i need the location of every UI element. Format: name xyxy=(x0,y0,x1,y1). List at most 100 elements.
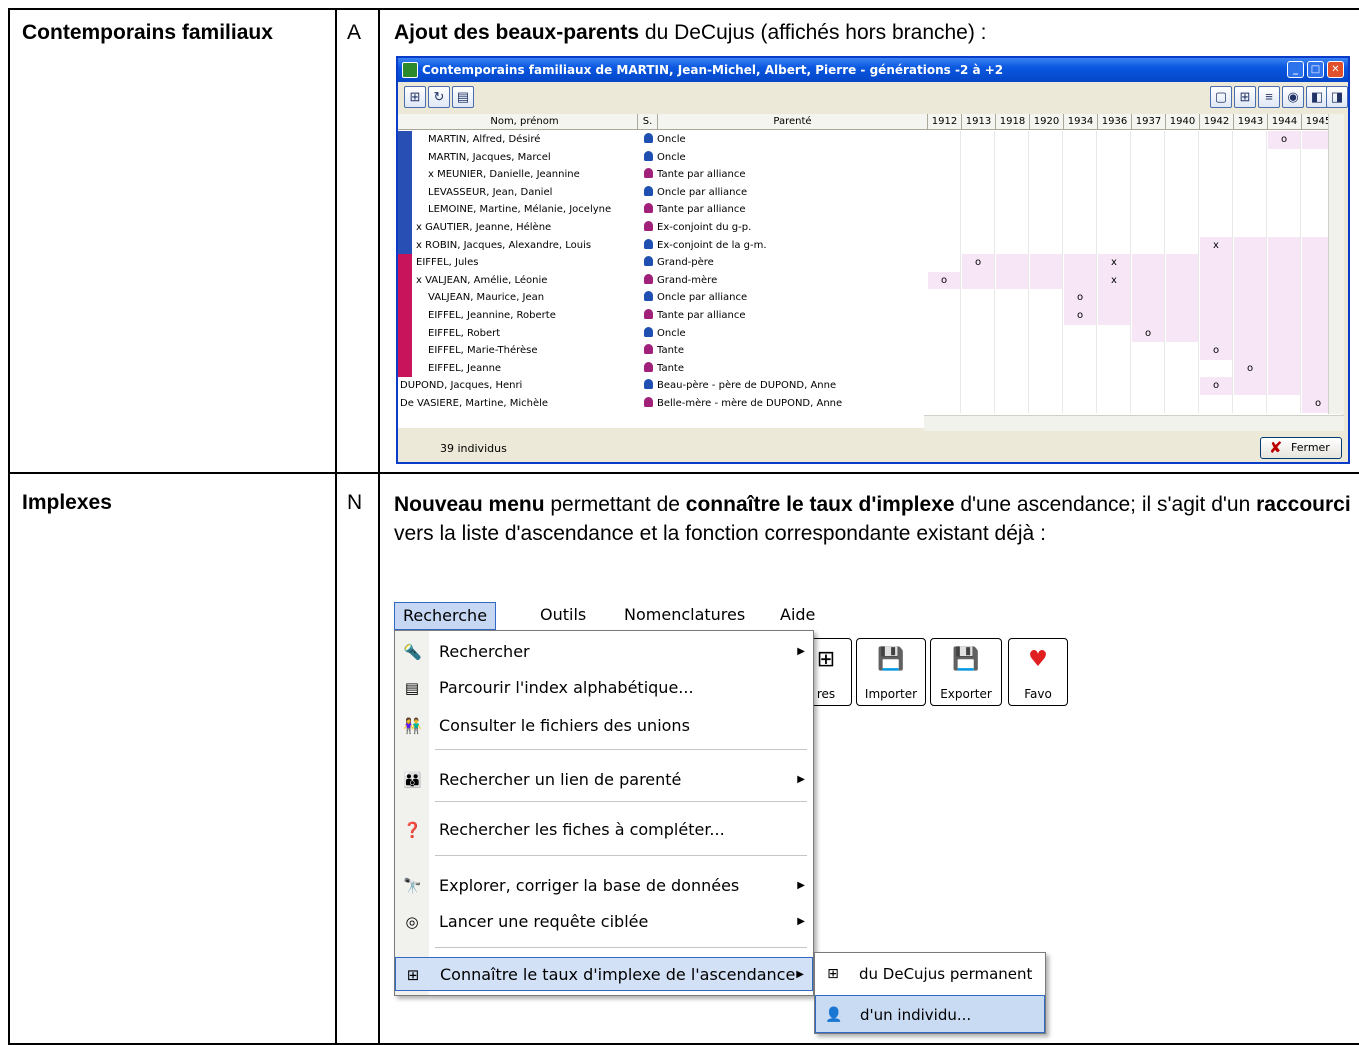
person-icon xyxy=(644,344,653,355)
col-header-year[interactable]: 1937 xyxy=(1132,114,1166,129)
toolbar-tool-importer[interactable]: 💾 Importer xyxy=(856,638,926,706)
year-cell: o xyxy=(1234,359,1267,378)
year-cell: x xyxy=(1098,254,1131,272)
menu-item[interactable]: ❓ Rechercher les fiches à compléter... xyxy=(395,813,813,847)
col-header-sex[interactable]: S. xyxy=(638,114,658,129)
year-cell xyxy=(1132,342,1165,360)
print-button[interactable]: ▤ xyxy=(452,86,474,108)
col-header-year[interactable]: 1912 xyxy=(928,114,962,129)
tree-view-button[interactable]: ⊞ xyxy=(404,86,426,108)
col-header-year[interactable]: 1936 xyxy=(1098,114,1132,129)
menu-item[interactable]: 👪 Rechercher un lien de parenté ▶ xyxy=(395,763,813,797)
cards-question-icon: ❓ xyxy=(403,821,422,839)
year-cell xyxy=(1166,324,1199,343)
person-icon: 👤 xyxy=(825,1007,843,1023)
person-icon xyxy=(644,379,653,390)
menu-item[interactable]: ▤ Parcourir l'index alphabétique... xyxy=(395,671,813,705)
menu-item[interactable]: ◎ Lancer une requête ciblée ▶ xyxy=(395,905,813,939)
menu-recherche[interactable]: Recherche xyxy=(394,602,497,630)
submenu-item[interactable]: 👤 d'un individu... xyxy=(815,995,1045,1033)
year-cell xyxy=(1200,166,1233,184)
col-header-year[interactable]: 1920 xyxy=(1030,114,1064,129)
person-name: EIFFEL, Robert xyxy=(428,327,501,339)
year-cell xyxy=(1064,219,1097,237)
toolbar-tool-exporter[interactable]: 💾 Exporter xyxy=(930,638,1002,706)
year-cell xyxy=(1200,183,1233,202)
year-cell xyxy=(1166,359,1199,378)
col-header-year[interactable]: 1944 xyxy=(1268,114,1302,129)
col-header-year[interactable]: 1913 xyxy=(962,114,996,129)
person-name: MARTIN, Jacques, Marcel xyxy=(428,151,551,163)
color-button[interactable]: ◉ xyxy=(1282,86,1304,108)
list-button[interactable]: ≡ xyxy=(1258,86,1280,108)
year-cell xyxy=(1030,219,1063,237)
menu-outils[interactable]: Outils xyxy=(532,602,594,630)
description-2-part: d'une ascendance; il s'agit d'un xyxy=(954,493,1257,516)
preview-button[interactable]: ▢ xyxy=(1210,86,1232,108)
col-header-name[interactable]: Nom, prénom xyxy=(412,114,638,129)
vertical-scrollbar[interactable] xyxy=(1328,114,1344,414)
table-row[interactable]: EIFFEL, Robert Oncle o xyxy=(398,324,1342,343)
year-cell xyxy=(1064,148,1097,167)
menu-aide[interactable]: Aide xyxy=(772,602,823,630)
family-button[interactable]: ◧ xyxy=(1306,86,1328,108)
table-row[interactable]: x ROBIN, Jacques, Alexandre, Louis Ex-con… xyxy=(398,236,1342,255)
table-row[interactable]: x VALJEAN, Amélie, Léonie Grand-mère o x xyxy=(398,271,1342,290)
minimize-button[interactable]: _ xyxy=(1287,61,1304,78)
table-border-mid xyxy=(8,472,1359,474)
menu-item[interactable]: ⊞ Connaître le taux d'implexe de l'ascend… xyxy=(395,957,813,991)
horizontal-scrollbar[interactable] xyxy=(924,415,1344,431)
close-label: Fermer xyxy=(1291,441,1330,454)
refresh-button[interactable]: ↻ xyxy=(428,86,450,108)
table-row[interactable]: EIFFEL, Jeannine, Roberte Tante par allia… xyxy=(398,307,1342,325)
maximize-button[interactable]: □ xyxy=(1307,61,1324,78)
table-row[interactable]: LEVASSEUR, Jean, Daniel Oncle par allianc… xyxy=(398,183,1342,202)
year-cell xyxy=(1200,271,1233,290)
index-icon: ▤ xyxy=(404,679,420,697)
year-cell xyxy=(1268,271,1301,290)
relation-label: Belle-mère - mère de DUPOND, Anne xyxy=(657,398,843,409)
relation-label: Oncle xyxy=(657,327,686,339)
table-row[interactable]: VALJEAN, Maurice, Jean Oncle par alliance… xyxy=(398,289,1342,307)
year-cell xyxy=(1166,131,1199,149)
menu-nomenclatures[interactable]: Nomenclatures xyxy=(616,602,753,630)
table-row[interactable]: MARTIN, Jacques, Marcel Oncle xyxy=(398,148,1342,167)
close-window-button[interactable]: ✕ xyxy=(1327,61,1344,78)
year-cell xyxy=(1098,359,1131,378)
table-row[interactable]: x MEUNIER, Danielle, Jeannine Tante par a… xyxy=(398,166,1342,184)
year-cell xyxy=(1064,271,1097,290)
year-cell xyxy=(996,307,1029,325)
menu-item[interactable]: 👫 Consulter le fichiers des unions xyxy=(395,709,813,743)
table-row[interactable]: EIFFEL, Jeanne Tante o xyxy=(398,359,1342,378)
table-row[interactable]: DUPOND, Jacques, Henri Beau-père - père d… xyxy=(398,377,1342,395)
col-header-year[interactable]: 1942 xyxy=(1200,114,1234,129)
year-cell xyxy=(996,166,1029,184)
person-icon xyxy=(644,326,653,337)
close-button[interactable]: ✘ Fermer xyxy=(1260,437,1342,459)
year-cell xyxy=(928,219,961,237)
year-cell xyxy=(1030,236,1063,255)
col-header-year[interactable]: 1940 xyxy=(1166,114,1200,129)
export-button[interactable]: ◨ xyxy=(1326,86,1348,108)
col-header-year[interactable]: 1918 xyxy=(996,114,1030,129)
year-cell: x xyxy=(1098,271,1131,290)
year-cell xyxy=(928,359,961,378)
table-row[interactable]: LEMOINE, Martine, Mélanie, Jocelyne Tante… xyxy=(398,201,1342,219)
col-header-relation[interactable]: Parenté xyxy=(658,114,928,129)
col-header-year[interactable]: 1934 xyxy=(1064,114,1098,129)
menu-item[interactable]: 🔭 Explorer, corriger la base de données ▶ xyxy=(395,869,813,903)
menu-item[interactable]: 🔦 Rechercher ▶ xyxy=(395,635,813,669)
year-cell xyxy=(1166,254,1199,272)
toolbar-tool-favo[interactable]: ♥ Favo xyxy=(1008,638,1068,706)
year-cell xyxy=(1098,236,1131,255)
col-header-year[interactable]: 1943 xyxy=(1234,114,1268,129)
table-row[interactable]: EIFFEL, Jules Grand-père o x xyxy=(398,254,1342,272)
branch-button[interactable]: ⊞ xyxy=(1234,86,1256,108)
submenu-item[interactable]: ⊞ du DeCujus permanent xyxy=(815,955,1045,993)
table-row[interactable]: MARTIN, Alfred, Désiré Oncle o xyxy=(398,131,1342,149)
table-row[interactable]: EIFFEL, Marie-Thérèse Tante o xyxy=(398,342,1342,360)
table-row[interactable]: De VASIERE, Martine, Michèle Belle-mère -… xyxy=(398,395,1342,413)
relation-label: Grand-père xyxy=(657,257,714,269)
table-row[interactable]: x GAUTIER, Jeanne, Hélène Ex-conjoint du … xyxy=(398,219,1342,237)
year-cell xyxy=(1098,166,1131,184)
